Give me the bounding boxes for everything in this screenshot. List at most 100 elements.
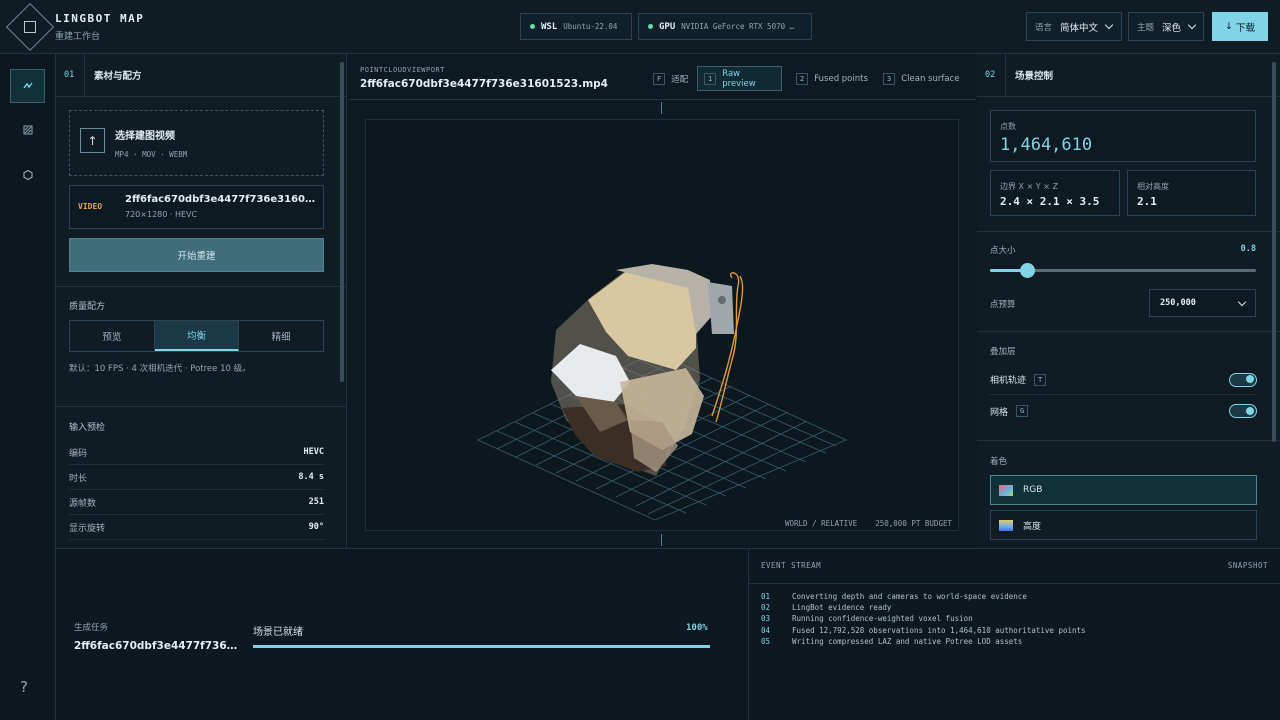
fit-key: F [653,72,666,85]
precheck-row: 时长 8.4 s [69,465,324,490]
precheck-row: 源帧数 251 [69,490,324,515]
download-label: 下载 [1235,22,1255,34]
event-row: 03 Running confidence-weighted voxel fus… [761,614,973,623]
status-dot-icon [530,24,535,29]
brand-subtitle: 重建工作台 [55,32,101,42]
height-label: 相对高度 [1137,182,1169,191]
event-number: 04 [761,626,771,635]
section-title: 素材与配方 [94,71,142,82]
quality-option-fine[interactable]: 精细 [239,321,323,351]
quality-option-balanced[interactable]: 均衡 [154,321,240,351]
event-stream-header: EVENT STREAM SNAPSHOT [749,549,1280,584]
bounds-value: 2.4 × 2.1 × 3.5 [1000,195,1100,208]
point-size-slider[interactable] [990,263,1256,278]
viewport-tick-top [661,102,662,114]
section-header: 02 场景控制 [977,54,1280,97]
overlay-title: 叠加层 [990,347,1016,357]
quality-segmented-control: 预览 均衡 精细 [69,320,324,352]
render-canvas[interactable] [365,119,959,531]
status-dot-icon [648,24,653,29]
budget-value: 250,000 [1160,298,1196,308]
start-reconstruction-button[interactable]: 开始重建 [69,238,324,272]
point-count-label: 点数 [1000,122,1016,131]
event-text: Converting depth and cameras to world-sp… [792,592,1027,601]
mode-fused-points[interactable]: 2 Fused points [790,66,874,91]
viewport-tick-bottom [661,534,662,546]
coordinate-space: WORLD / RELATIVE [784,519,858,528]
event-row: 02 LingBot evidence ready [761,603,891,612]
upload-arrow-icon: ↑ [80,128,105,153]
theme-label: 主题 [1137,22,1155,33]
point-budget-select[interactable]: 250,000 [1149,289,1256,317]
materials-panel: 01 素材与配方 ↑ 选择建图视频 MP4 · MOV · WEBM VIDEO… [56,54,347,548]
event-number: 05 [761,637,771,646]
upload-title: 选择建图视频 [115,131,175,142]
section-number: 01 [64,70,75,80]
height-value: 2.1 [1137,195,1157,208]
mode-key: 1 [704,72,717,85]
mode-label: Fused points [814,73,868,84]
gpu-status-chip: GPU NVIDIA GeForce RTX 5070 … [638,13,812,40]
app-header: LINGBOT MAP 重建工作台 WSL Ubuntu-22.04 GPU N… [0,0,1280,54]
quality-title: 质量配方 [69,302,106,312]
right-panel-scrollbar[interactable] [1272,62,1276,442]
mode-label: Clean surface [901,73,960,84]
fit-view-button[interactable]: F 适配 [647,66,694,91]
coloring-option-rgb[interactable]: RGB [990,475,1257,505]
overlay-key: T [1034,373,1047,386]
mode-clean-surface[interactable]: 3 Clean surface [877,66,965,91]
event-number: 02 [761,603,771,612]
wsl-status-chip: WSL Ubuntu-22.04 [520,13,632,40]
upload-dropzone[interactable]: ↑ 选择建图视频 MP4 · MOV · WEBM [69,110,324,176]
section-number: 02 [985,70,996,80]
budget-label: 点预算 [990,300,1016,310]
viewport-label: POINTCLOUDVIEWPORT [360,66,445,74]
theme-select[interactable]: 主题 深色 [1128,12,1204,41]
viewport-footer: WORLD / RELATIVE 250,000 PT BUDGET [785,519,952,528]
bounds-card: 边界 X × Y × Z 2.4 × 2.1 × 3.5 [990,170,1120,216]
brand-title: LINGBOT MAP [55,12,145,25]
height-swatch-icon [999,519,1013,531]
help-icon[interactable]: ? [20,678,28,696]
point-size-label: 点大小 [990,246,1016,256]
left-panel-scrollbar[interactable] [340,62,344,382]
event-stream-title: EVENT STREAM [761,561,822,570]
mode-label: Raw preview [722,68,756,89]
mode-key: 3 [883,72,896,85]
point-count-card: 点数 1,464,610 [990,110,1256,162]
quality-note: 默认：10 FPS · 4 次相机迭代 · Potree 10 级。 [69,364,251,374]
point-count-value: 1,464,610 [1000,135,1093,155]
point-cloud-viewport: POINTCLOUDVIEWPORT 2ff6fac670dbf3e4477f7… [348,54,976,548]
progress-bar [253,645,710,648]
bounds-label: 边界 X × Y × Z [1000,182,1058,191]
wsl-value: Ubuntu-22.04 [563,22,618,31]
coloring-option-height[interactable]: 高度 [990,510,1257,540]
task-label: 生成任务 [74,623,109,633]
height-card: 相对高度 2.1 [1127,170,1256,216]
overlay-label: 网格 [990,407,1009,418]
language-select[interactable]: 语言 简体中文 [1026,12,1122,41]
video-file-card[interactable]: VIDEO 2ff6fac670dbf3e4477f736e31601523.m… [69,185,324,229]
event-row: 01 Converting depth and cameras to world… [761,592,1027,601]
scene-control-panel: 02 场景控制 点数 1,464,610 边界 X × Y × Z 2.4 × … [977,54,1280,548]
overlay-grid: 网格 G [990,396,1257,426]
mode-raw-preview[interactable]: 1 Raw preview [697,66,782,91]
image-icon[interactable] [10,113,45,147]
download-button[interactable]: ↓ 下载 [1212,12,1268,41]
logo-icon [5,2,55,52]
slider-thumb[interactable] [1020,263,1036,278]
coloring-title: 着色 [990,457,1008,467]
precheck-key: 编码 [69,448,88,459]
event-text: LingBot evidence ready [792,603,892,612]
event-number: 01 [761,592,771,601]
precheck-key: 源帧数 [69,498,97,509]
grid-toggle[interactable] [1229,404,1257,418]
hexagon-icon[interactable] [10,158,45,192]
chevron-down-icon [1237,297,1247,306]
camera-trajectory-toggle[interactable] [1229,372,1257,387]
download-icon: ↓ [1225,21,1233,32]
video-meta: 720×1280 · HEVC [125,210,198,219]
quality-option-preview[interactable]: 预览 [70,321,155,351]
route-icon[interactable] [10,69,45,103]
snapshot-button[interactable]: SNAPSHOT [1228,561,1268,570]
